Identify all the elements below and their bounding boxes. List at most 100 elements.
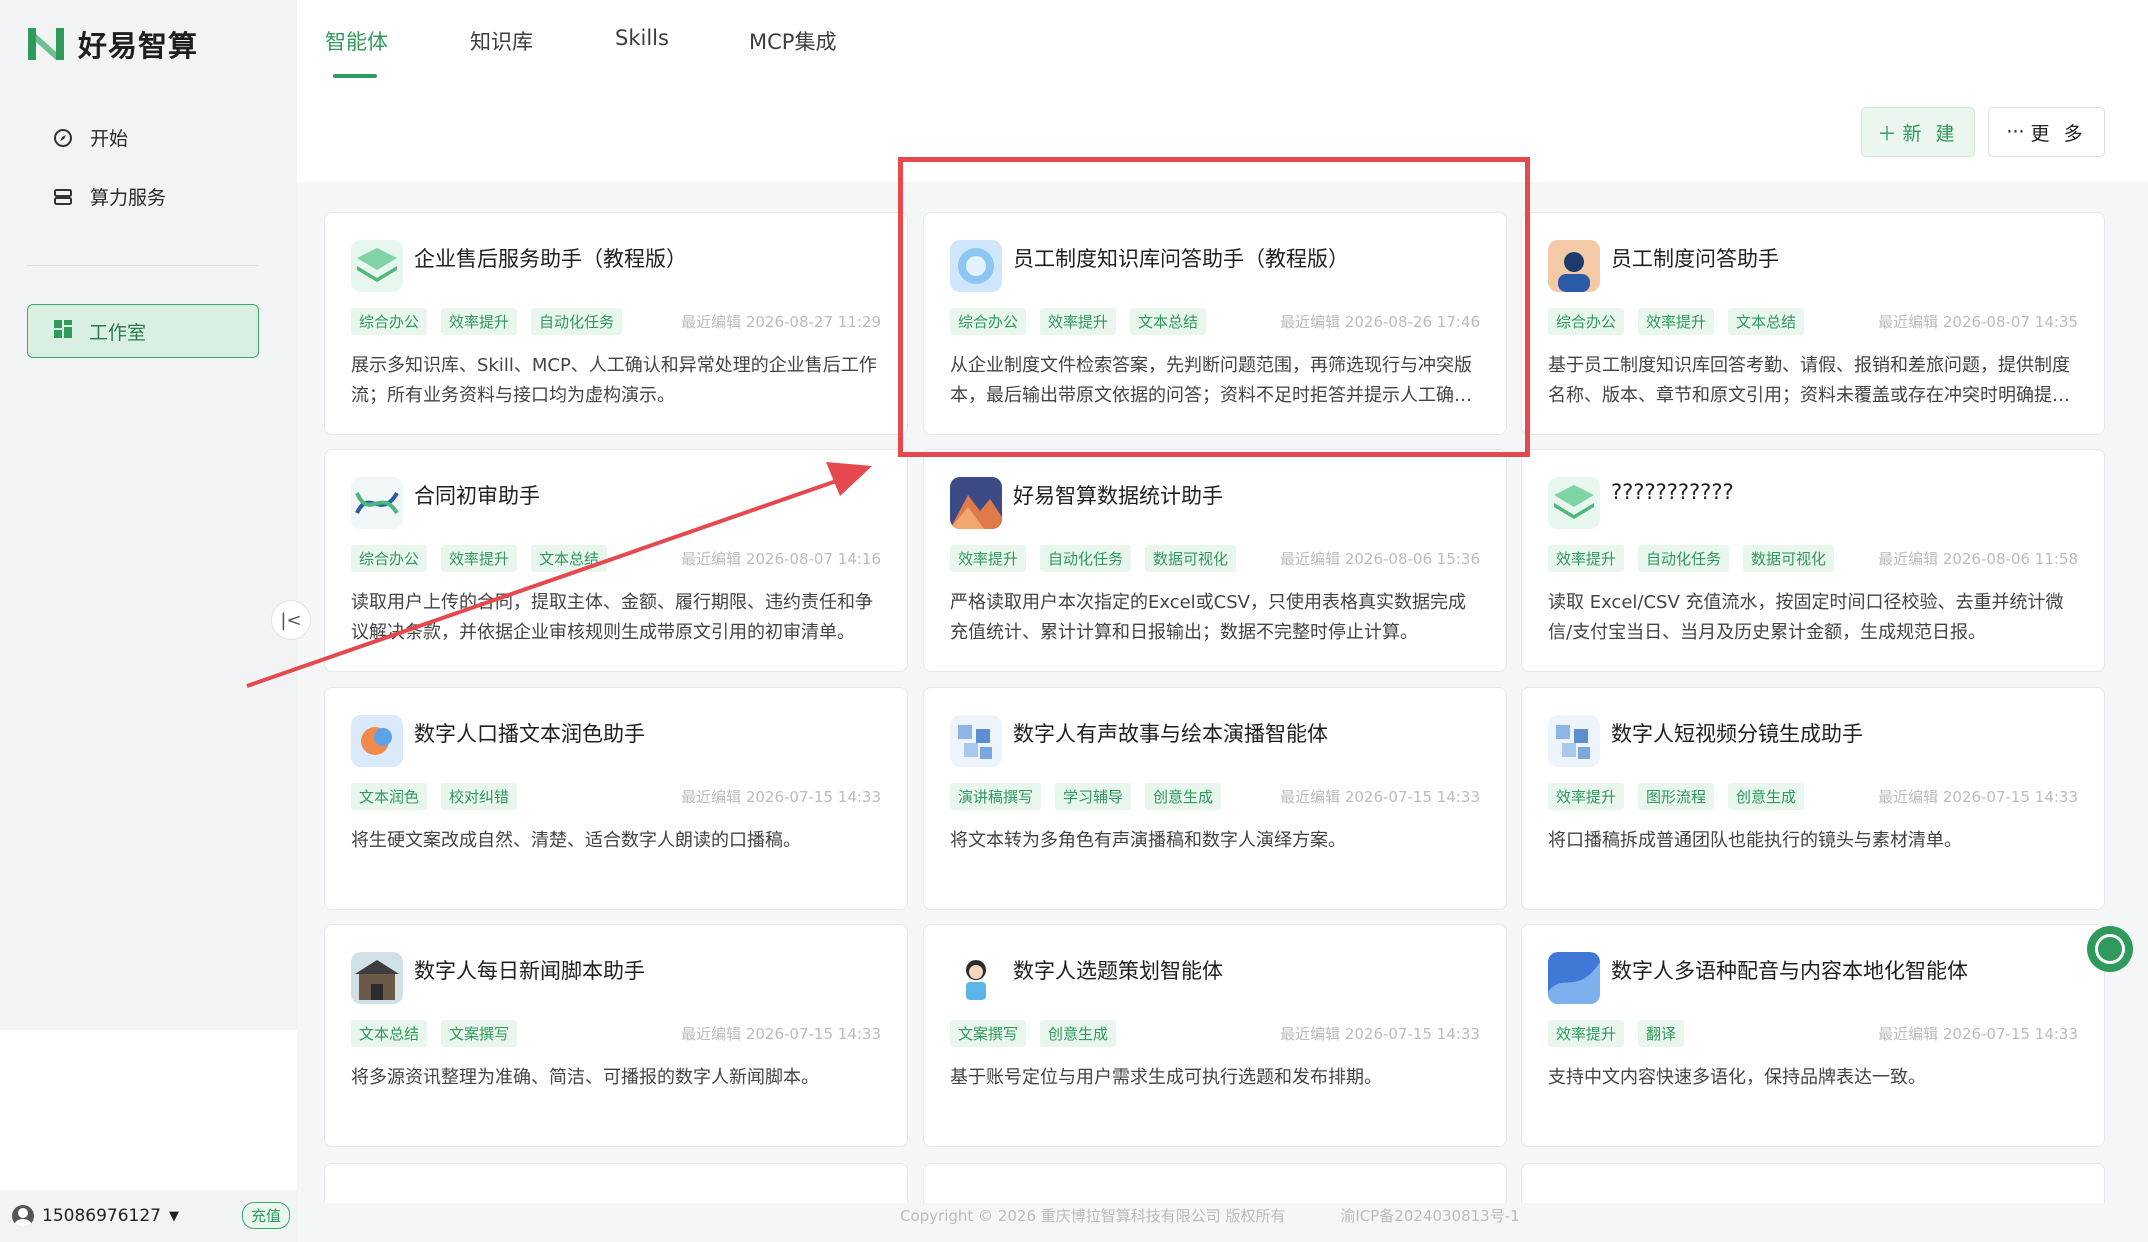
last-edited: 最近编辑 2026-07-15 14:33 (1878, 788, 2078, 806)
tag: 综合办公 (351, 545, 428, 572)
last-edited: 最近编辑 2026-08-07 14:35 (1878, 313, 2078, 331)
tag: 效率提升 (1548, 545, 1625, 572)
new-button[interactable]: ＋ 新 建 (1861, 107, 1975, 157)
agent-description: 将生硬文案改成自然、清楚、适合数字人朗读的口播稿。 (351, 830, 801, 851)
agent-description: 基于员工制度知识库回答考勤、请假、报销和差旅问题，提供制度名称、版本、章节和原文… (1548, 355, 2070, 406)
sidebar-item-compute[interactable]: 算力服务 (52, 183, 166, 210)
tag: 文案撰写 (950, 1020, 1027, 1047)
last-edited: 最近编辑 2026-07-15 14:33 (681, 1025, 881, 1043)
tag-list: 演讲稿撰写 学习辅导 创意生成 (950, 783, 1235, 810)
agent-card[interactable]: 员工制度问答助手 综合办公 效率提升 文本总结 最近编辑 2026-08-07 14:3… (1521, 212, 2105, 435)
collapse-sidebar-button[interactable]: |< (271, 600, 311, 640)
tag-list: 文案撰写 创意生成 (950, 1020, 1130, 1047)
agent-title: 数字人选题策划智能体 (1013, 959, 1223, 983)
new-button-label: 新 建 (1902, 122, 1959, 145)
recharge-button[interactable]: 充值 (242, 1202, 291, 1229)
tab-agents[interactable]: 智能体 (325, 26, 388, 56)
user-icon (12, 1205, 34, 1227)
tag: 数据可视化 (1743, 545, 1835, 572)
chat-assistant-button[interactable] (2087, 926, 2133, 972)
tag: 效率提升 (950, 545, 1027, 572)
agent-title: ??????????? (1611, 480, 1734, 504)
tab-skills[interactable]: Skills (615, 26, 669, 50)
tag: 文本总结 (531, 545, 608, 572)
character-icon (950, 952, 1002, 1004)
tag-list: 综合办公 效率提升 文本总结 (351, 545, 621, 572)
brand-name: 好易智算 (78, 29, 199, 63)
person-avatar-icon (1548, 240, 1600, 292)
sidebar-item-start[interactable]: 开始 (52, 124, 128, 151)
tag-list: 文本总结 文案撰写 (351, 1020, 531, 1047)
tag: 文本总结 (1728, 308, 1805, 335)
agent-description: 将文本转为多角色有声演播稿和数字人演绎方案。 (950, 830, 1346, 851)
footer: Copyright © 2026 重庆博拉智算科技有限公司 版权所有 渝ICP备… (900, 1205, 1570, 1226)
agent-card[interactable]: 数字人选题策划智能体文案撰写 创意生成 最近编辑 2026-07-15 14:33 基… (923, 924, 1507, 1147)
last-edited: 最近编辑 2026-08-06 15:36 (1280, 550, 1480, 568)
green-layers-icon (1548, 477, 1600, 529)
last-edited: 最近编辑 2026-07-15 14:33 (1280, 1025, 1480, 1043)
last-edited: 最近编辑 2026-07-15 14:33 (681, 788, 881, 806)
agent-card[interactable]: 数字人有声故事与绘本演播智能体 演讲稿撰写 学习辅导 创意生成 最近编辑 2026-07… (923, 687, 1507, 910)
active-tab-indicator (333, 74, 377, 78)
agent-description: 将多源资讯整理为准确、简洁、可播报的数字人新闻脚本。 (351, 1067, 819, 1088)
user-bar[interactable]: 15086976127 ▼ 充值 (0, 1190, 297, 1242)
tag-list: 效率提升 图形流程 创意生成 (1548, 783, 1818, 810)
icp-text: 渝ICP备2024030813号-1 (1340, 1207, 1520, 1225)
grid-icon (53, 319, 73, 344)
cubes-icon (1548, 715, 1600, 767)
agent-card[interactable]: 数字人口播文本润色助手 文本润色 校对纠错 最近编辑 2026-07-15 14:33… (324, 687, 908, 910)
tag: 校对纠错 (441, 783, 518, 810)
agent-card[interactable]: ??????????? 效率提升 自动化任务 数据可视化 最近编辑 2026-08-06… (1521, 449, 2105, 672)
tag: 自动化任务 (531, 308, 623, 335)
tab-mcp[interactable]: MCP集成 (749, 26, 836, 56)
more-button-label: 更 多 (2030, 122, 2087, 145)
sidebar-divider (27, 265, 258, 266)
agent-card[interactable]: 合同初审助手 综合办公 效率提升 文本总结 最近编辑 2026-08-07 14:16 读… (324, 449, 908, 672)
plus-icon: ＋ (1877, 122, 1897, 145)
cubes-icon (950, 715, 1002, 767)
tag-list: 综合办公 效率提升 自动化任务 (351, 308, 636, 335)
chevron-down-icon[interactable]: ▼ (169, 1209, 179, 1224)
tag: 文本润色 (351, 783, 428, 810)
agent-description: 基于账号定位与用户需求生成可执行选题和发布排期。 (950, 1067, 1382, 1088)
tag: 效率提升 (1548, 783, 1625, 810)
tag: 综合办公 (1548, 308, 1625, 335)
agent-description: 读取用户上传的合同，提取主体、金额、履行期限、违约责任和争议解决条款，并依据企业… (351, 592, 873, 643)
agent-description: 严格读取用户本次指定的Excel或CSV，只使用表格真实数据完成充值统计、累计计… (950, 592, 1466, 643)
agent-description: 将口播稿拆成普通团队也能执行的镜头与素材清单。 (1548, 830, 1962, 851)
agent-card[interactable]: 数字人短视频分镜生成助手效率提升 图形流程 创意生成 最近编辑 2026-07-15 … (1521, 687, 2105, 910)
tag: 演讲稿撰写 (950, 783, 1042, 810)
agent-card-partial[interactable] (324, 1163, 908, 1203)
agent-title: 合同初审助手 (414, 484, 540, 508)
tag: 文案撰写 (441, 1020, 518, 1047)
agent-title: 好易智算数据统计助手 (1013, 484, 1223, 508)
sidebar-blank-area (0, 1030, 297, 1190)
logo-icon (26, 22, 70, 66)
agent-card[interactable]: 好易智算数据统计助手效率提升 自动化任务 数据可视化 最近编辑 2026-08-06 … (923, 449, 1507, 672)
agent-card-partial[interactable] (923, 1163, 1507, 1203)
tag: 创意生成 (1040, 1020, 1117, 1047)
tag: 效率提升 (441, 308, 518, 335)
copyright-text: Copyright © 2026 重庆博拉智算科技有限公司 版权所有 (900, 1207, 1286, 1225)
tag: 数据可视化 (1145, 545, 1237, 572)
tag-list: 综合办公 效率提升 文本总结 (1548, 308, 1818, 335)
agent-title: 数字人有声故事与绘本演播智能体 (1013, 722, 1328, 746)
more-button[interactable]: ··· 更 多 (1988, 107, 2105, 157)
tag: 综合办公 (351, 308, 428, 335)
agent-card-partial[interactable] (1521, 1163, 2105, 1203)
sidebar-item-workroom[interactable]: 工作室 (27, 304, 259, 358)
agent-title: 企业售后服务助手（教程版） (414, 247, 687, 271)
last-edited: 最近编辑 2026-08-27 11:29 (681, 313, 881, 331)
tag-list: 效率提升 翻译 (1548, 1020, 1698, 1047)
user-phone: 15086976127 (42, 1206, 161, 1226)
tag-list: 效率提升 自动化任务 数据可视化 (950, 545, 1250, 572)
tag-list: 效率提升 自动化任务 数据可视化 (1548, 545, 1848, 572)
agent-card[interactable]: 数字人多语种配音与内容本地化智能体 效率提升 翻译 最近编辑 2026-07-15 1… (1521, 924, 2105, 1147)
agent-card[interactable]: 企业售后服务助手（教程版） 综合办公 效率提升 自动化任务 最近编辑 2026-08-2… (324, 212, 908, 435)
brand-logo[interactable]: 好易智算 (26, 22, 198, 66)
agent-card[interactable]: 数字人每日新闻脚本助手 文本总结 文案撰写 最近编辑 2026-07-15 14:33… (324, 924, 908, 1147)
top-bar: 智能体 知识库 Skills MCP集成 ＋ 新 建 ··· 更 多 (297, 0, 2148, 182)
agent-title: 数字人短视频分镜生成助手 (1611, 722, 1863, 746)
last-edited: 最近编辑 2026-07-15 14:33 (1878, 1025, 2078, 1043)
tab-knowledge[interactable]: 知识库 (470, 26, 533, 56)
